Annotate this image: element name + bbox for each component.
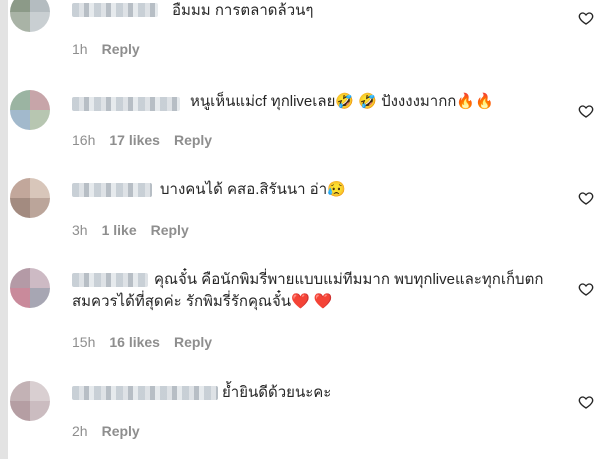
reply-button[interactable]: Reply bbox=[151, 222, 189, 238]
avatar[interactable] bbox=[10, 0, 50, 32]
avatar[interactable] bbox=[10, 178, 50, 218]
comment-time[interactable]: 16h bbox=[72, 132, 95, 148]
comment-time[interactable]: 3h bbox=[72, 222, 88, 238]
likes-count[interactable]: 1 like bbox=[102, 222, 137, 238]
avatar[interactable] bbox=[10, 381, 50, 421]
scroll-rail bbox=[0, 0, 8, 459]
comment-time[interactable]: 15h bbox=[72, 334, 95, 350]
reply-button[interactable]: Reply bbox=[102, 41, 140, 57]
reply-button[interactable]: Reply bbox=[102, 423, 140, 439]
avatar[interactable] bbox=[10, 268, 50, 308]
likes-count[interactable]: 16 likes bbox=[109, 334, 160, 350]
reply-button[interactable]: Reply bbox=[174, 334, 212, 350]
like-heart-icon[interactable] bbox=[578, 10, 594, 26]
comment-text: ย้ำยินดีด้วยนะคะ bbox=[222, 384, 332, 401]
like-heart-icon[interactable] bbox=[578, 190, 594, 206]
comment-text: คุณจั๋น คือนักพิมรี่พายแบบแม่ทีมมาก พบทุ… bbox=[72, 271, 544, 310]
comment-text: หนูเห็นแม่cf ทุกliveเลย🤣 🤣 ปังงงงมากก🔥🔥 bbox=[190, 93, 494, 110]
comment-time[interactable]: 1h bbox=[72, 41, 88, 57]
comment-time[interactable]: 2h bbox=[72, 423, 88, 439]
reply-button[interactable]: Reply bbox=[174, 132, 212, 148]
likes-count[interactable]: 17 likes bbox=[109, 132, 160, 148]
like-heart-icon[interactable] bbox=[578, 394, 594, 410]
comment-text: อืมมม การตลาดล้วนๆ bbox=[172, 2, 314, 19]
avatar[interactable] bbox=[10, 90, 50, 130]
like-heart-icon[interactable] bbox=[578, 281, 594, 297]
like-heart-icon[interactable] bbox=[578, 103, 594, 119]
comment-text: บางคนได้ คสอ.สิรันนา อ่า😥 bbox=[160, 181, 346, 198]
